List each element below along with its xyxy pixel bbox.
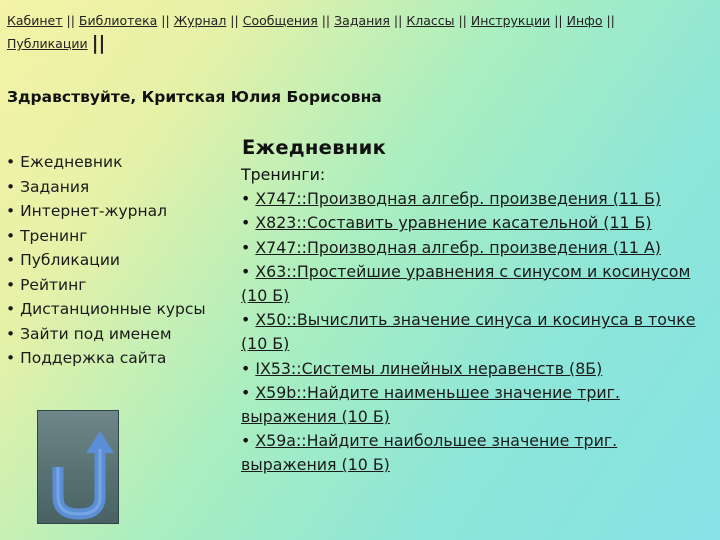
- list-bullet: •: [241, 431, 256, 451]
- list-item: • X63::Простейшие уравнения с синусом и …: [241, 260, 711, 308]
- training-link[interactable]: X59a::Найдите наибольшее значение триг. …: [241, 431, 617, 474]
- nav-link-publications[interactable]: Публикации: [7, 36, 88, 51]
- trainings-list: Тренинги: • X747::Производная алгебр. пр…: [241, 163, 711, 478]
- training-link[interactable]: X747::Производная алгебр. произведения (…: [255, 189, 661, 208]
- nav-separator: ||: [554, 13, 563, 28]
- sidebar-item-diary[interactable]: • Ежедневник: [6, 150, 206, 175]
- nav-separator: ||: [606, 13, 615, 28]
- list-item: • X50::Вычислить значение синуса и косин…: [241, 308, 711, 356]
- list-item: • X59a::Найдите наибольшее значение триг…: [241, 429, 711, 477]
- list-bullet: •: [241, 237, 256, 257]
- list-item: • X823::Составить уравнение касательной …: [241, 211, 711, 235]
- trainings-heading: Тренинги:: [241, 165, 326, 184]
- nav-separator: ||: [91, 32, 106, 54]
- nav-separator: ||: [393, 13, 403, 28]
- sidebar-item-label[interactable]: • Дистанционные курсы: [6, 300, 206, 318]
- list-bullet: •: [241, 310, 256, 330]
- nav-link-messages[interactable]: Сообщения: [243, 13, 318, 28]
- list-bullet: •: [241, 382, 256, 402]
- sidebar-item-label[interactable]: • Публикации: [6, 251, 120, 269]
- nav-link-info[interactable]: Инфо: [567, 13, 603, 28]
- sidebar-item-label[interactable]: • Рейтинг: [6, 276, 86, 294]
- nav-link-instructions[interactable]: Инструкции: [471, 13, 550, 28]
- sidebar-item-publications[interactable]: • Публикации: [6, 248, 206, 273]
- sidebar-item-support[interactable]: • Поддержка сайта: [6, 346, 206, 371]
- sidebar-item-rating[interactable]: • Рейтинг: [6, 273, 206, 298]
- list-item: • IX53::Системы линейных неравенств (8Б): [241, 357, 711, 381]
- greeting-text: Здравствуйте, Критская Юлия Борисовна: [7, 88, 382, 106]
- sidebar-item-label[interactable]: • Ежедневник: [6, 153, 122, 171]
- nav-link-classes[interactable]: Классы: [406, 13, 454, 28]
- list-item: • X747::Производная алгебр. произведения…: [241, 187, 711, 211]
- nav-link-journal[interactable]: Журнал: [174, 13, 227, 28]
- nav-link-tasks[interactable]: Задания: [334, 13, 390, 28]
- training-link[interactable]: X747::Производная алгебр. произведения (…: [255, 238, 661, 257]
- list-bullet: •: [241, 189, 256, 209]
- training-link[interactable]: IX53::Системы линейных неравенств (8Б): [255, 359, 602, 378]
- sidebar-item-training[interactable]: • Тренинг: [6, 224, 206, 249]
- back-button[interactable]: [37, 410, 119, 524]
- sidebar-item-label[interactable]: • Поддержка сайта: [6, 349, 166, 367]
- sidebar-item-label[interactable]: • Интернет-журнал: [6, 202, 167, 220]
- nav-separator: ||: [66, 13, 75, 28]
- nav-separator: ||: [161, 13, 170, 28]
- nav-link-library[interactable]: Библиотека: [79, 13, 157, 28]
- nav-separator: ||: [230, 13, 239, 28]
- training-link[interactable]: X59b::Найдите наименьшее значение триг. …: [241, 383, 620, 426]
- list-item: • X747::Производная алгебр. произведения…: [241, 236, 711, 260]
- sidebar-item-label[interactable]: • Задания: [6, 178, 89, 196]
- training-link[interactable]: X63::Простейшие уравнения с синусом и ко…: [241, 262, 690, 305]
- training-link[interactable]: X823::Составить уравнение касательной (1…: [255, 213, 651, 232]
- list-bullet: •: [241, 358, 256, 378]
- sidebar-item-label[interactable]: • Тренинг: [6, 227, 87, 245]
- sidebar-item-tasks[interactable]: • Задания: [6, 175, 206, 200]
- list-item: • X59b::Найдите наименьшее значение триг…: [241, 381, 711, 429]
- sidebar-item-login-as[interactable]: • Зайти под именем: [6, 322, 206, 347]
- training-link[interactable]: X50::Вычислить значение синуса и косинус…: [241, 310, 696, 353]
- sidebar-menu: • Ежедневник • Задания • Интернет-журнал…: [6, 150, 206, 371]
- nav-separator: ||: [321, 13, 331, 28]
- nav-separator: ||: [458, 13, 467, 28]
- top-navigation: Кабинет || Библиотека || Журнал || Сообщ…: [7, 9, 707, 55]
- sidebar-item-label[interactable]: • Зайти под именем: [6, 325, 172, 343]
- list-bullet: •: [241, 261, 256, 281]
- page-title: Ежедневник: [242, 136, 387, 159]
- sidebar-item-internet-journal[interactable]: • Интернет-журнал: [6, 199, 206, 224]
- list-bullet: •: [241, 213, 256, 233]
- back-arrow-icon: [52, 431, 114, 520]
- sidebar-item-distance-courses[interactable]: • Дистанционные курсы: [6, 297, 206, 322]
- nav-link-cabinet[interactable]: Кабинет: [7, 13, 63, 28]
